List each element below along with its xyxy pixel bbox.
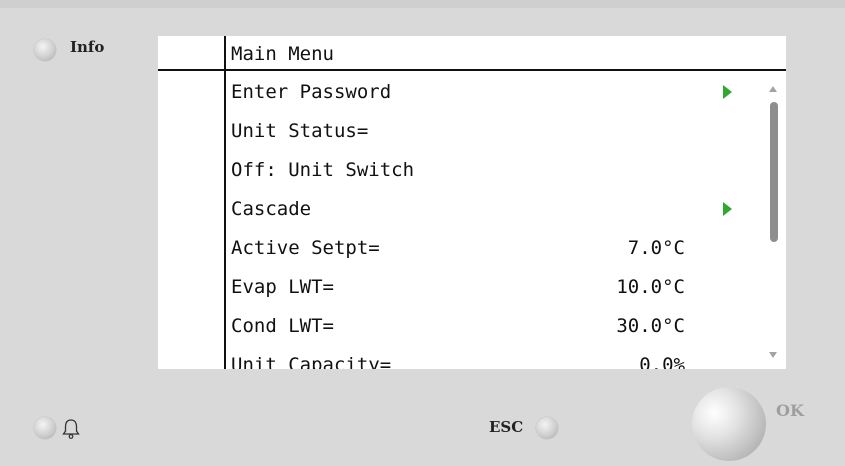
menu-item-label: Active Setpt=: [231, 237, 380, 259]
menu-item-unit-capacity[interactable]: Unit Capacity= 0.0%: [226, 346, 782, 369]
menu-item-label: Evap LWT=: [231, 276, 334, 298]
scroll-up-icon[interactable]: [769, 86, 777, 92]
menu-item-label: Cascade: [231, 198, 312, 220]
info-led-button[interactable]: [34, 39, 56, 61]
menu-item-enter-password[interactable]: Enter Password: [226, 73, 782, 112]
menu-item-label: Cond LWT=: [231, 315, 334, 337]
menu-item-label: Enter Password: [231, 81, 392, 103]
scrollbar-thumb[interactable]: [770, 102, 778, 242]
menu-item-active-setpoint[interactable]: Active Setpt= 7.0°C: [226, 229, 782, 268]
panel-edge: [0, 0, 845, 8]
menu-item-value: 10.0°C: [616, 276, 685, 298]
scroll-down-icon[interactable]: [769, 352, 777, 358]
alarm-led-button[interactable]: [34, 417, 56, 439]
menu-item-label: Unit Status=: [231, 120, 369, 142]
ok-label: OK: [776, 401, 804, 420]
menu-item-label: Off: Unit Switch: [231, 159, 415, 181]
esc-label: ESC: [489, 418, 524, 436]
ok-knob[interactable]: [692, 387, 766, 461]
menu-item-value: 7.0°C: [627, 237, 685, 259]
menu-item-evap-lwt[interactable]: Evap LWT= 10.0°C: [226, 268, 782, 307]
menu-item-label: Unit Capacity=: [231, 354, 392, 369]
lcd-screen: Main Menu Enter Password Unit Status= Of…: [158, 36, 786, 369]
menu-item-value: 0.0%: [639, 354, 685, 369]
submenu-arrow-icon: [723, 202, 732, 216]
esc-led-button[interactable]: [536, 417, 558, 439]
submenu-arrow-icon: [723, 85, 732, 99]
menu-item-value: 30.0°C: [616, 315, 685, 337]
menu-item-cond-lwt[interactable]: Cond LWT= 30.0°C: [226, 307, 782, 346]
info-label: Info: [70, 38, 105, 56]
controller-panel: Info Main Menu Enter Password Unit Statu…: [0, 0, 845, 466]
menu-title-bar: Main Menu: [158, 36, 786, 71]
menu-item-cascade[interactable]: Cascade: [226, 190, 782, 229]
menu-item-unit-switch[interactable]: Off: Unit Switch: [226, 151, 782, 190]
menu-title: Main Menu: [231, 43, 334, 65]
bell-icon: [62, 419, 80, 439]
menu-item-unit-status[interactable]: Unit Status=: [226, 112, 782, 151]
